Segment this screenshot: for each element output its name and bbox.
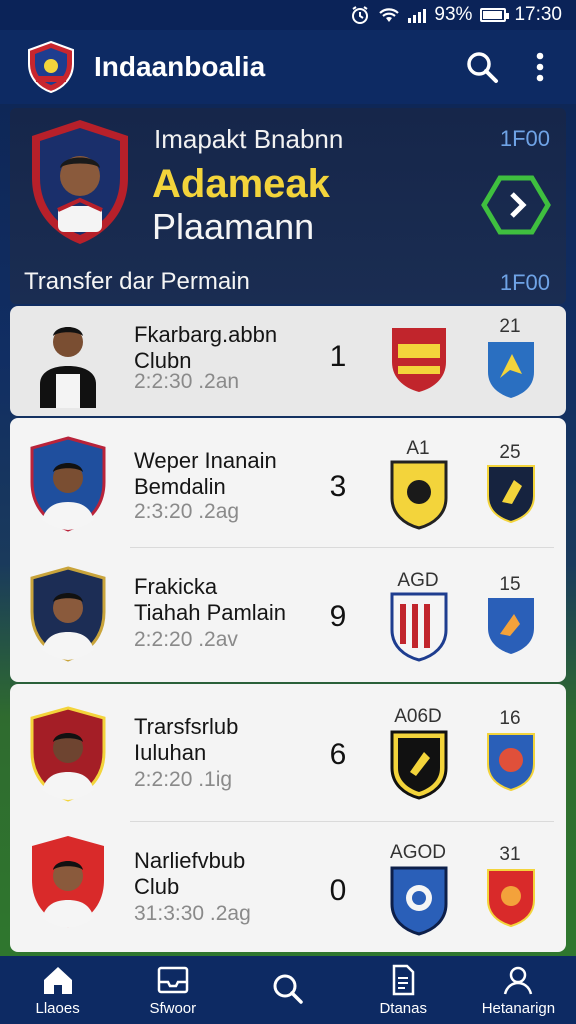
player-name: Fkarbarg.abbn <box>134 322 278 347</box>
transfer-number: 0 <box>329 874 347 907</box>
featured-player-name: Adameak <box>152 162 330 206</box>
club-name: Iuluhan <box>134 740 207 765</box>
transfer-row[interactable]: Weper Inanain Bemdalin 2:3:20 .2ag 3 A1 2… <box>10 418 566 548</box>
nav-item-documents[interactable]: Dtanas <box>346 956 461 1024</box>
row-divider <box>130 547 554 548</box>
to-club-label: 16 <box>499 708 521 729</box>
from-club-label: AGOD <box>390 842 446 863</box>
transfer-date: 2:2:30 .2an <box>134 370 240 393</box>
from-club-crest <box>392 328 446 392</box>
transfer-row[interactable]: Fkarbarg.abbn Clubn 2:2:30 .2an 1 21 <box>10 306 566 416</box>
wifi-icon <box>378 7 400 23</box>
player-name: Narliefvbub <box>134 848 246 873</box>
to-club-label: 31 <box>499 844 521 865</box>
clock: 17:30 <box>514 4 562 25</box>
club-logo-icon[interactable] <box>22 38 80 96</box>
transfer-date: 2:2:20 .2av <box>134 628 238 651</box>
featured-transfer-card[interactable]: Imapakt Bnabnn Adameak Plaamann 1F00 Tra… <box>10 108 566 304</box>
player-name: Frakicka <box>134 574 218 599</box>
document-icon <box>392 964 415 995</box>
transfer-date: 2:3:20 .2ag <box>134 500 240 523</box>
from-club-crest <box>390 460 448 530</box>
to-club-label: 21 <box>499 316 521 337</box>
featured-player-photo <box>32 120 128 244</box>
transfer-row[interactable]: Trarsfsrlub Iuluhan 2:2:20 .1ig 6 A06D 16 <box>10 684 566 822</box>
section-count: 1F00 <box>499 270 550 295</box>
transfer-number: 9 <box>329 600 347 633</box>
nav-label: Llaoes <box>35 999 80 1017</box>
home-icon <box>43 966 72 994</box>
more-options-button[interactable] <box>520 47 560 87</box>
club-name: Club <box>134 874 180 899</box>
to-club-crest <box>488 598 534 654</box>
from-club-crest <box>390 866 448 936</box>
more-vert-icon <box>536 52 544 82</box>
to-club-label: 25 <box>499 442 521 463</box>
chevron-right-icon[interactable] <box>480 174 552 236</box>
nav-label: Sfwoor <box>149 999 197 1017</box>
player-photo <box>32 836 104 928</box>
nav-item-search[interactable] <box>230 956 345 1024</box>
from-club-crest <box>390 730 448 800</box>
club-name: Bemdalin <box>134 474 226 499</box>
featured-subtitle: Imapakt Bnabnn <box>154 124 344 154</box>
nav-label: Hetanarign <box>481 999 556 1017</box>
profile-icon <box>504 966 533 994</box>
transfer-date: 31:3:30 .2ag <box>134 902 251 925</box>
transfer-date: 2:2:20 .1ig <box>134 768 233 791</box>
to-club-label: 15 <box>499 574 521 595</box>
transfer-number: 1 <box>329 340 347 373</box>
transfer-row[interactable]: Narliefvbub Club 31:3:30 .2ag 0 AGOD 31 <box>10 822 566 952</box>
player-name: Weper Inanain <box>134 448 277 473</box>
search-button[interactable] <box>462 47 502 87</box>
nav-label: Dtanas <box>379 999 427 1017</box>
to-club-crest <box>488 342 534 398</box>
alarm-icon <box>350 5 370 25</box>
search-icon <box>467 52 498 83</box>
battery-icon <box>480 8 510 22</box>
app-bar: Indaanboalia <box>0 30 576 104</box>
to-club-crest <box>487 465 535 524</box>
battery-percent: 93% <box>434 4 473 25</box>
from-club-crest <box>390 592 448 662</box>
from-club-label: A06D <box>394 706 442 727</box>
transfer-row[interactable]: Frakicka Tiahah Pamlain 2:2:20 .2av 9 AGD… <box>10 550 566 680</box>
inbox-icon <box>157 966 189 993</box>
from-club-label: A1 <box>406 438 430 459</box>
player-photo <box>30 436 106 532</box>
bottom-nav: Llaoes Sfwoor Dtanas Hetanarign <box>0 956 576 1024</box>
from-club-label: AGD <box>397 570 439 591</box>
player-photo <box>30 706 106 802</box>
featured-count: 1F00 <box>499 126 550 151</box>
status-bar: 93% 17:30 <box>0 0 576 30</box>
transfer-number: 3 <box>329 470 347 503</box>
nav-item-profile[interactable]: Hetanarign <box>461 956 576 1024</box>
section-title: Transfer dar Permain <box>24 268 250 295</box>
player-name: Trarsfsrlub <box>134 714 239 739</box>
club-name: Tiahah Pamlain <box>134 600 287 625</box>
featured-player-surname: Plaamann <box>152 206 315 247</box>
to-club-crest <box>487 869 535 928</box>
app-title: Indaanboalia <box>94 51 266 82</box>
to-club-crest <box>487 733 535 792</box>
nav-item-home[interactable]: Llaoes <box>0 956 115 1024</box>
signal-icon <box>408 7 427 23</box>
nav-item-inbox[interactable]: Sfwoor <box>115 956 230 1024</box>
transfer-number: 6 <box>329 738 347 771</box>
player-photo <box>30 566 106 662</box>
player-photo <box>28 312 108 408</box>
search-icon <box>273 974 303 1004</box>
